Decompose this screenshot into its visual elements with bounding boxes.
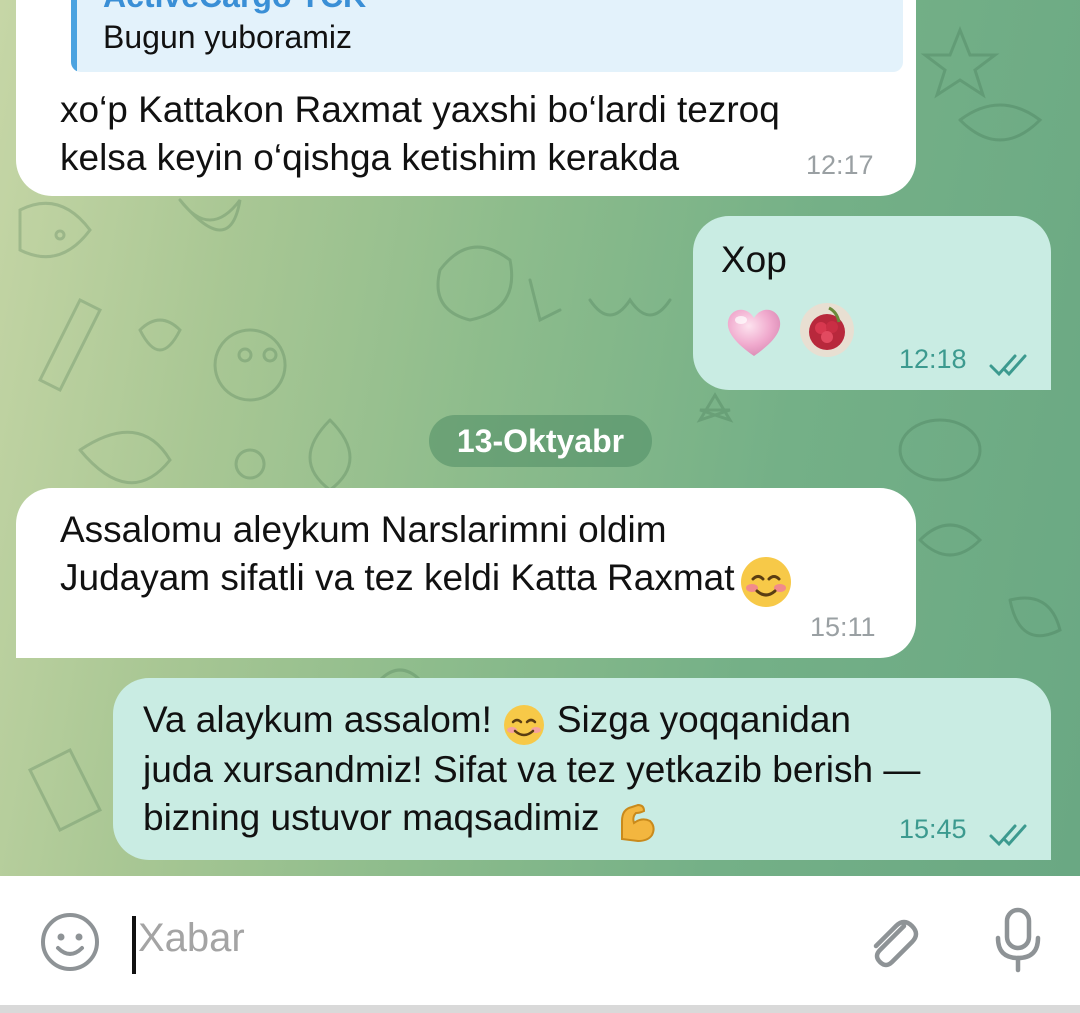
pink-heart-icon: [727, 309, 781, 356]
message-text-line-1: xo‘p Kattakon Raxmat yaxshi bo‘lardi tez…: [60, 89, 780, 130]
message-text: Xop: [721, 239, 787, 280]
bottom-divider: [0, 1005, 1080, 1013]
incoming-message-1[interactable]: ActiveCargo TCK Bugun yuboramiz xo‘p Kat…: [16, 0, 916, 196]
message-text-line-2-row: Judayam sifatli va tez keldi Katta Raxma…: [60, 554, 793, 607]
message-text-line-1: Assalomu aleykum Narslarimni oldim: [60, 509, 667, 550]
reply-quote[interactable]: ActiveCargo TCK Bugun yuboramiz: [71, 0, 903, 72]
blushing-face-icon: [740, 556, 791, 607]
attach-icon[interactable]: [860, 910, 924, 974]
message-text-line-3-row: bizning ustuvor maqsadimiz: [143, 794, 660, 842]
incoming-message-3[interactable]: Assalomu aleykum Narslarimni oldim Juday…: [16, 488, 916, 658]
message-text-line-2: juda xursandmiz! Sifat va tez yetkazib b…: [143, 749, 921, 790]
message-time: 12:18: [899, 344, 967, 374]
message-time: 12:17: [806, 150, 874, 180]
message-text-line-2: kelsa keyin o‘qishga ketishim kerakda: [60, 137, 680, 178]
message-text-line-2: Judayam sifatli va tez keldi Katta Raxma…: [60, 557, 735, 598]
message-text-line-1-row: Va alaykum assalom! Sizga yoqqanidan: [143, 696, 851, 745]
message-time: 15:45: [899, 814, 967, 844]
message-text-line-1b: Sizga yoqqanidan: [556, 699, 851, 740]
flexed-biceps-icon: [621, 803, 655, 842]
message-text-line-1a: Va alaykum assalom!: [143, 699, 492, 740]
reply-text: Bugun yuboramiz: [103, 19, 353, 55]
reply-quote-bar: [71, 0, 77, 72]
flowers-bouquet-icon: [800, 303, 854, 357]
chat-background: ActiveCargo TCK Bugun yuboramiz xo‘p Kat…: [0, 0, 1080, 876]
message-text-line-3: bizning ustuvor maqsadimiz: [143, 797, 600, 838]
text-cursor: [132, 916, 136, 974]
double-check-icon: [989, 824, 1027, 847]
microphone-icon[interactable]: [990, 906, 1046, 978]
outgoing-message-4[interactable]: Va alaykum assalom! Sizga yoqqanidan jud…: [113, 678, 1051, 860]
smiling-face-icon: [504, 704, 545, 745]
emoji-row: [721, 298, 861, 364]
message-input-bar: Xabar: [0, 876, 1080, 1013]
message-input[interactable]: Xabar: [138, 916, 245, 961]
emoji-icon[interactable]: [38, 910, 102, 974]
date-separator: 13-Oktyabr: [429, 415, 652, 467]
message-time: 15:11: [810, 612, 876, 642]
double-check-icon: [989, 354, 1027, 377]
reply-author: ActiveCargo TCK: [103, 0, 366, 15]
outgoing-message-2[interactable]: Xop 12:18: [693, 216, 1051, 390]
